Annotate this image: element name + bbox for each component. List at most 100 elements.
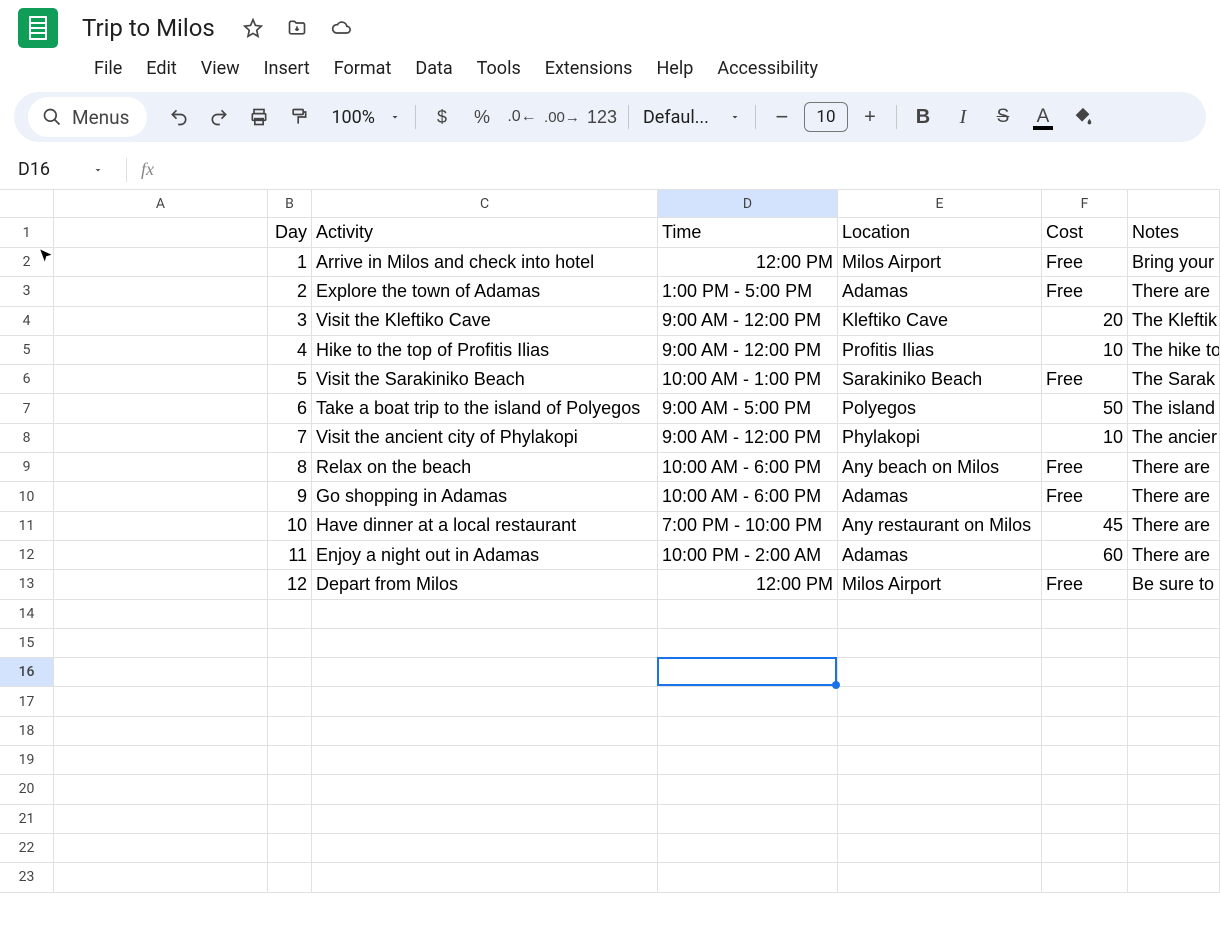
cell-D1[interactable]: Time bbox=[658, 218, 838, 248]
cell-F7[interactable]: 50 bbox=[1042, 394, 1128, 423]
menu-tools[interactable]: Tools bbox=[465, 54, 533, 83]
cell-D9[interactable]: 10:00 AM - 6:00 PM bbox=[658, 453, 838, 482]
menu-file[interactable]: File bbox=[82, 54, 134, 83]
cell-B22[interactable] bbox=[268, 834, 312, 863]
cell-C4[interactable]: Visit the Kleftiko Cave bbox=[312, 307, 658, 336]
cell-F4[interactable]: 20 bbox=[1042, 307, 1128, 336]
cell-B21[interactable] bbox=[268, 805, 312, 834]
cell-B8[interactable]: 7 bbox=[268, 424, 312, 453]
cell-D13[interactable]: 12:00 PM bbox=[658, 570, 838, 599]
cell-G15[interactable] bbox=[1128, 629, 1220, 658]
cell-F3[interactable]: Free bbox=[1042, 277, 1128, 306]
row-header-7[interactable]: 7 bbox=[0, 394, 54, 423]
cell-D12[interactable]: 10:00 PM - 2:00 AM bbox=[658, 541, 838, 570]
cell-C5[interactable]: Hike to the top of Profitis Ilias bbox=[312, 336, 658, 365]
cell-A20[interactable] bbox=[54, 775, 268, 804]
cell-E12[interactable]: Adamas bbox=[838, 541, 1042, 570]
cell-C2[interactable]: Arrive in Milos and check into hotel bbox=[312, 248, 658, 277]
cell-E2[interactable]: Milos Airport bbox=[838, 248, 1042, 277]
cell-G9[interactable]: There are bbox=[1128, 453, 1220, 482]
row-header-5[interactable]: 5 bbox=[0, 336, 54, 365]
cell-E16[interactable] bbox=[838, 658, 1042, 687]
bold-button[interactable]: B bbox=[905, 100, 941, 134]
cell-E23[interactable] bbox=[838, 863, 1042, 892]
font-family-select[interactable]: Defaul... bbox=[637, 107, 747, 128]
cell-C19[interactable] bbox=[312, 746, 658, 775]
document-title[interactable]: Trip to Milos bbox=[76, 14, 221, 42]
cell-F22[interactable] bbox=[1042, 834, 1128, 863]
row-header-11[interactable]: 11 bbox=[0, 512, 54, 541]
cell-B2[interactable]: 1 bbox=[268, 248, 312, 277]
cell-C11[interactable]: Have dinner at a local restaurant bbox=[312, 512, 658, 541]
percent-button[interactable]: % bbox=[464, 100, 500, 134]
star-icon[interactable] bbox=[241, 16, 265, 40]
menus-search[interactable]: Menus bbox=[28, 97, 147, 137]
cell-D17[interactable] bbox=[658, 687, 838, 716]
cell-A23[interactable] bbox=[54, 863, 268, 892]
cell-E5[interactable]: Profitis Ilias bbox=[838, 336, 1042, 365]
cell-C15[interactable] bbox=[312, 629, 658, 658]
row-header-8[interactable]: 8 bbox=[0, 424, 54, 453]
cell-E15[interactable] bbox=[838, 629, 1042, 658]
cell-G20[interactable] bbox=[1128, 775, 1220, 804]
column-header-G[interactable] bbox=[1128, 190, 1220, 218]
cell-E21[interactable] bbox=[838, 805, 1042, 834]
column-header-E[interactable]: E bbox=[838, 190, 1042, 218]
cell-B9[interactable]: 8 bbox=[268, 453, 312, 482]
cell-B6[interactable]: 5 bbox=[268, 365, 312, 394]
row-header-3[interactable]: 3 bbox=[0, 277, 54, 306]
cell-F15[interactable] bbox=[1042, 629, 1128, 658]
more-formats-button[interactable]: 123 bbox=[584, 100, 620, 134]
cell-A14[interactable] bbox=[54, 600, 268, 629]
cell-C21[interactable] bbox=[312, 805, 658, 834]
move-folder-icon[interactable] bbox=[285, 16, 309, 40]
cell-B7[interactable]: 6 bbox=[268, 394, 312, 423]
menu-accessibility[interactable]: Accessibility bbox=[705, 54, 830, 83]
cell-C17[interactable] bbox=[312, 687, 658, 716]
cell-C16[interactable] bbox=[312, 658, 658, 687]
cell-B18[interactable] bbox=[268, 717, 312, 746]
cell-E13[interactable]: Milos Airport bbox=[838, 570, 1042, 599]
cell-D2[interactable]: 12:00 PM bbox=[658, 248, 838, 277]
name-box[interactable]: D16 bbox=[14, 159, 112, 180]
cell-F17[interactable] bbox=[1042, 687, 1128, 716]
select-all-corner[interactable] bbox=[0, 190, 54, 218]
cell-E20[interactable] bbox=[838, 775, 1042, 804]
menu-insert[interactable]: Insert bbox=[252, 54, 322, 83]
row-header-6[interactable]: 6 bbox=[0, 365, 54, 394]
cell-A5[interactable] bbox=[54, 336, 268, 365]
cell-B17[interactable] bbox=[268, 687, 312, 716]
row-header-12[interactable]: 12 bbox=[0, 541, 54, 570]
menu-edit[interactable]: Edit bbox=[134, 54, 188, 83]
cell-F11[interactable]: 45 bbox=[1042, 512, 1128, 541]
cell-C23[interactable] bbox=[312, 863, 658, 892]
cell-D3[interactable]: 1:00 PM - 5:00 PM bbox=[658, 277, 838, 306]
increase-decimal-button[interactable]: .00→ bbox=[544, 100, 580, 134]
cell-C7[interactable]: Take a boat trip to the island of Polyeg… bbox=[312, 394, 658, 423]
cell-D23[interactable] bbox=[658, 863, 838, 892]
cell-A4[interactable] bbox=[54, 307, 268, 336]
cell-G12[interactable]: There are bbox=[1128, 541, 1220, 570]
cell-A10[interactable] bbox=[54, 482, 268, 511]
cell-E10[interactable]: Adamas bbox=[838, 482, 1042, 511]
cell-G4[interactable]: The Kleftik bbox=[1128, 307, 1220, 336]
cell-A18[interactable] bbox=[54, 717, 268, 746]
cell-A15[interactable] bbox=[54, 629, 268, 658]
cell-G19[interactable] bbox=[1128, 746, 1220, 775]
cell-C20[interactable] bbox=[312, 775, 658, 804]
undo-button[interactable] bbox=[161, 100, 197, 134]
cell-A12[interactable] bbox=[54, 541, 268, 570]
cell-D4[interactable]: 9:00 AM - 12:00 PM bbox=[658, 307, 838, 336]
cell-G8[interactable]: The ancier bbox=[1128, 424, 1220, 453]
cell-B11[interactable]: 10 bbox=[268, 512, 312, 541]
row-header-16[interactable]: 16 bbox=[0, 658, 54, 687]
cell-B4[interactable]: 3 bbox=[268, 307, 312, 336]
row-header-9[interactable]: 9 bbox=[0, 453, 54, 482]
cell-A6[interactable] bbox=[54, 365, 268, 394]
cell-C1[interactable]: Activity bbox=[312, 218, 658, 248]
row-header-22[interactable]: 22 bbox=[0, 834, 54, 863]
row-header-20[interactable]: 20 bbox=[0, 775, 54, 804]
cell-D22[interactable] bbox=[658, 834, 838, 863]
cell-A11[interactable] bbox=[54, 512, 268, 541]
cell-F13[interactable]: Free bbox=[1042, 570, 1128, 599]
